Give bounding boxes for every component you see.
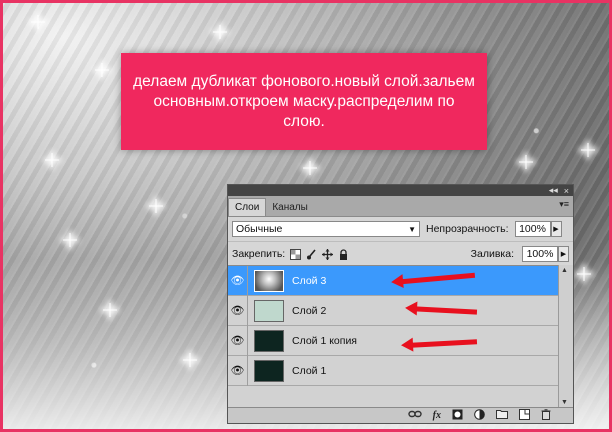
trash-icon[interactable] bbox=[541, 408, 551, 423]
panel-footer-toolbar: fx bbox=[228, 407, 573, 423]
close-icon[interactable]: × bbox=[564, 186, 569, 196]
sparkle bbox=[303, 161, 317, 175]
tab-layers[interactable]: Слои bbox=[228, 198, 267, 216]
caption-line: делаем дубликат фонового.новый слой.заль… bbox=[133, 72, 475, 90]
new-layer-icon[interactable] bbox=[519, 408, 530, 423]
layer-name: Слой 2 bbox=[292, 304, 327, 317]
sparkle bbox=[103, 303, 117, 317]
group-folder-icon[interactable] bbox=[496, 409, 508, 422]
blend-mode-select[interactable]: Обычные ▼ bbox=[232, 221, 420, 237]
sparkle bbox=[31, 15, 45, 29]
layer-thumbnail bbox=[254, 299, 284, 322]
panel-tabs: Слои Каналы ▾≡ bbox=[228, 196, 573, 217]
lock-pixels-brush-icon[interactable] bbox=[305, 248, 317, 260]
layer-name: Слой 1 копия bbox=[292, 334, 357, 347]
blend-row: Обычные ▼ Непрозрачность: 100% ▶ bbox=[228, 217, 573, 241]
opacity-label: Непрозрачность: bbox=[426, 223, 509, 235]
collapse-icon[interactable]: ◂◂ bbox=[549, 185, 558, 196]
panel-menu-icon[interactable]: ▾≡ bbox=[559, 199, 569, 210]
layer-name: Слой 1 bbox=[292, 364, 327, 377]
caption-line: основным.откроем маску.распределим по bbox=[153, 92, 455, 110]
layer-thumbnail bbox=[254, 359, 284, 382]
layer-row-1-copy[interactable]: 👁 Слой 1 копия bbox=[228, 325, 559, 356]
sparkle bbox=[213, 25, 227, 39]
sparkle bbox=[577, 267, 591, 281]
layers-scrollbar[interactable]: ▲ ▼ bbox=[558, 265, 573, 408]
opacity-input[interactable]: 100% bbox=[514, 221, 551, 237]
visibility-eye-icon[interactable]: 👁 bbox=[228, 295, 248, 326]
lock-all-icon[interactable] bbox=[337, 248, 349, 260]
fill-input[interactable]: 100% bbox=[522, 246, 558, 262]
canvas-frame: делаем дубликат фонового.новый слой.заль… bbox=[0, 0, 612, 432]
layer-thumbnail bbox=[254, 269, 284, 292]
layers-panel: ◂◂ × Слои Каналы ▾≡ Обычные ▼ Непрозрачн… bbox=[227, 184, 574, 424]
lock-position-icon[interactable] bbox=[321, 248, 333, 260]
layer-thumbnail bbox=[254, 329, 284, 352]
fill-slider-button[interactable]: ▶ bbox=[558, 246, 569, 262]
scroll-up-icon[interactable]: ▲ bbox=[561, 267, 568, 274]
lock-label: Закрепить: bbox=[232, 248, 286, 260]
scroll-down-icon[interactable]: ▼ bbox=[561, 399, 568, 406]
visibility-eye-icon[interactable]: 👁 bbox=[228, 355, 248, 386]
panel-titlebar: ◂◂ × bbox=[228, 185, 573, 196]
link-icon[interactable] bbox=[407, 409, 422, 422]
sparkle bbox=[519, 155, 533, 169]
visibility-eye-icon[interactable]: 👁 bbox=[228, 325, 248, 356]
layer-row-2[interactable]: 👁 Слой 2 bbox=[228, 295, 559, 326]
sparkle bbox=[45, 153, 59, 167]
fx-icon[interactable]: fx bbox=[433, 410, 441, 421]
sparkle bbox=[149, 199, 163, 213]
mask-icon[interactable] bbox=[452, 409, 463, 423]
layer-row-1[interactable]: 👁 Слой 1 bbox=[228, 355, 559, 386]
caption-line: слою. bbox=[283, 112, 325, 130]
sparkle bbox=[183, 353, 197, 367]
opacity-slider-button[interactable]: ▶ bbox=[550, 221, 562, 237]
chevron-down-icon: ▼ bbox=[408, 224, 416, 234]
instruction-caption: делаем дубликат фонового.новый слой.заль… bbox=[121, 53, 487, 150]
blend-mode-value: Обычные bbox=[236, 223, 283, 235]
fill-label: Заливка: bbox=[470, 248, 514, 260]
layer-name: Слой 3 bbox=[292, 274, 327, 287]
sparkle bbox=[581, 143, 595, 157]
sparkle bbox=[95, 63, 109, 77]
tab-channels[interactable]: Каналы bbox=[266, 199, 314, 216]
lock-row: Закрепить: Заливка: 100% ▶ bbox=[228, 241, 573, 266]
visibility-eye-icon[interactable]: 👁 bbox=[228, 265, 248, 296]
lock-transparency-icon[interactable] bbox=[289, 248, 301, 260]
sparkle bbox=[63, 233, 77, 247]
adjustment-icon[interactable] bbox=[474, 408, 485, 423]
